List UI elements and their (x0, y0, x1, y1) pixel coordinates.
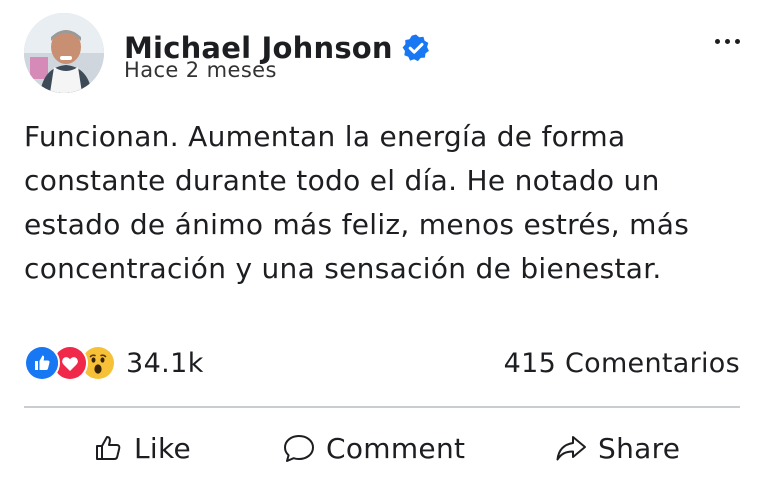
like-icon (24, 345, 60, 381)
like-button[interactable]: Like (92, 420, 191, 476)
divider (24, 406, 740, 408)
comment-bubble-icon (284, 435, 314, 462)
action-bar: Like Comment Share (24, 420, 740, 476)
post-stats: 34.1k 415 Comentarios (24, 340, 740, 388)
avatar-photo (24, 13, 104, 93)
reactions-summary[interactable]: 34.1k (24, 345, 204, 381)
share-button[interactable]: Share (554, 420, 680, 476)
thumbs-up-icon (96, 436, 121, 460)
verified-badge-icon (402, 34, 429, 62)
comments-count[interactable]: 415 Comentarios (504, 348, 740, 379)
share-arrow-icon (556, 436, 586, 461)
post-card: Michael Johnson Hace 2 meses Funcionan. … (0, 0, 768, 488)
reaction-count: 34.1k (126, 347, 204, 379)
post-time[interactable]: Hace 2 meses (124, 58, 277, 82)
comment-label: Comment (326, 431, 466, 465)
more-options-icon[interactable] (715, 39, 740, 44)
share-label: Share (598, 431, 681, 465)
post-header: Michael Johnson Hace 2 meses (24, 13, 744, 93)
avatar[interactable] (24, 13, 104, 93)
comment-button[interactable]: Comment (282, 420, 465, 476)
post-text: Funcionan. Aumentan la energía de forma … (24, 120, 690, 285)
like-label: Like (134, 431, 192, 465)
